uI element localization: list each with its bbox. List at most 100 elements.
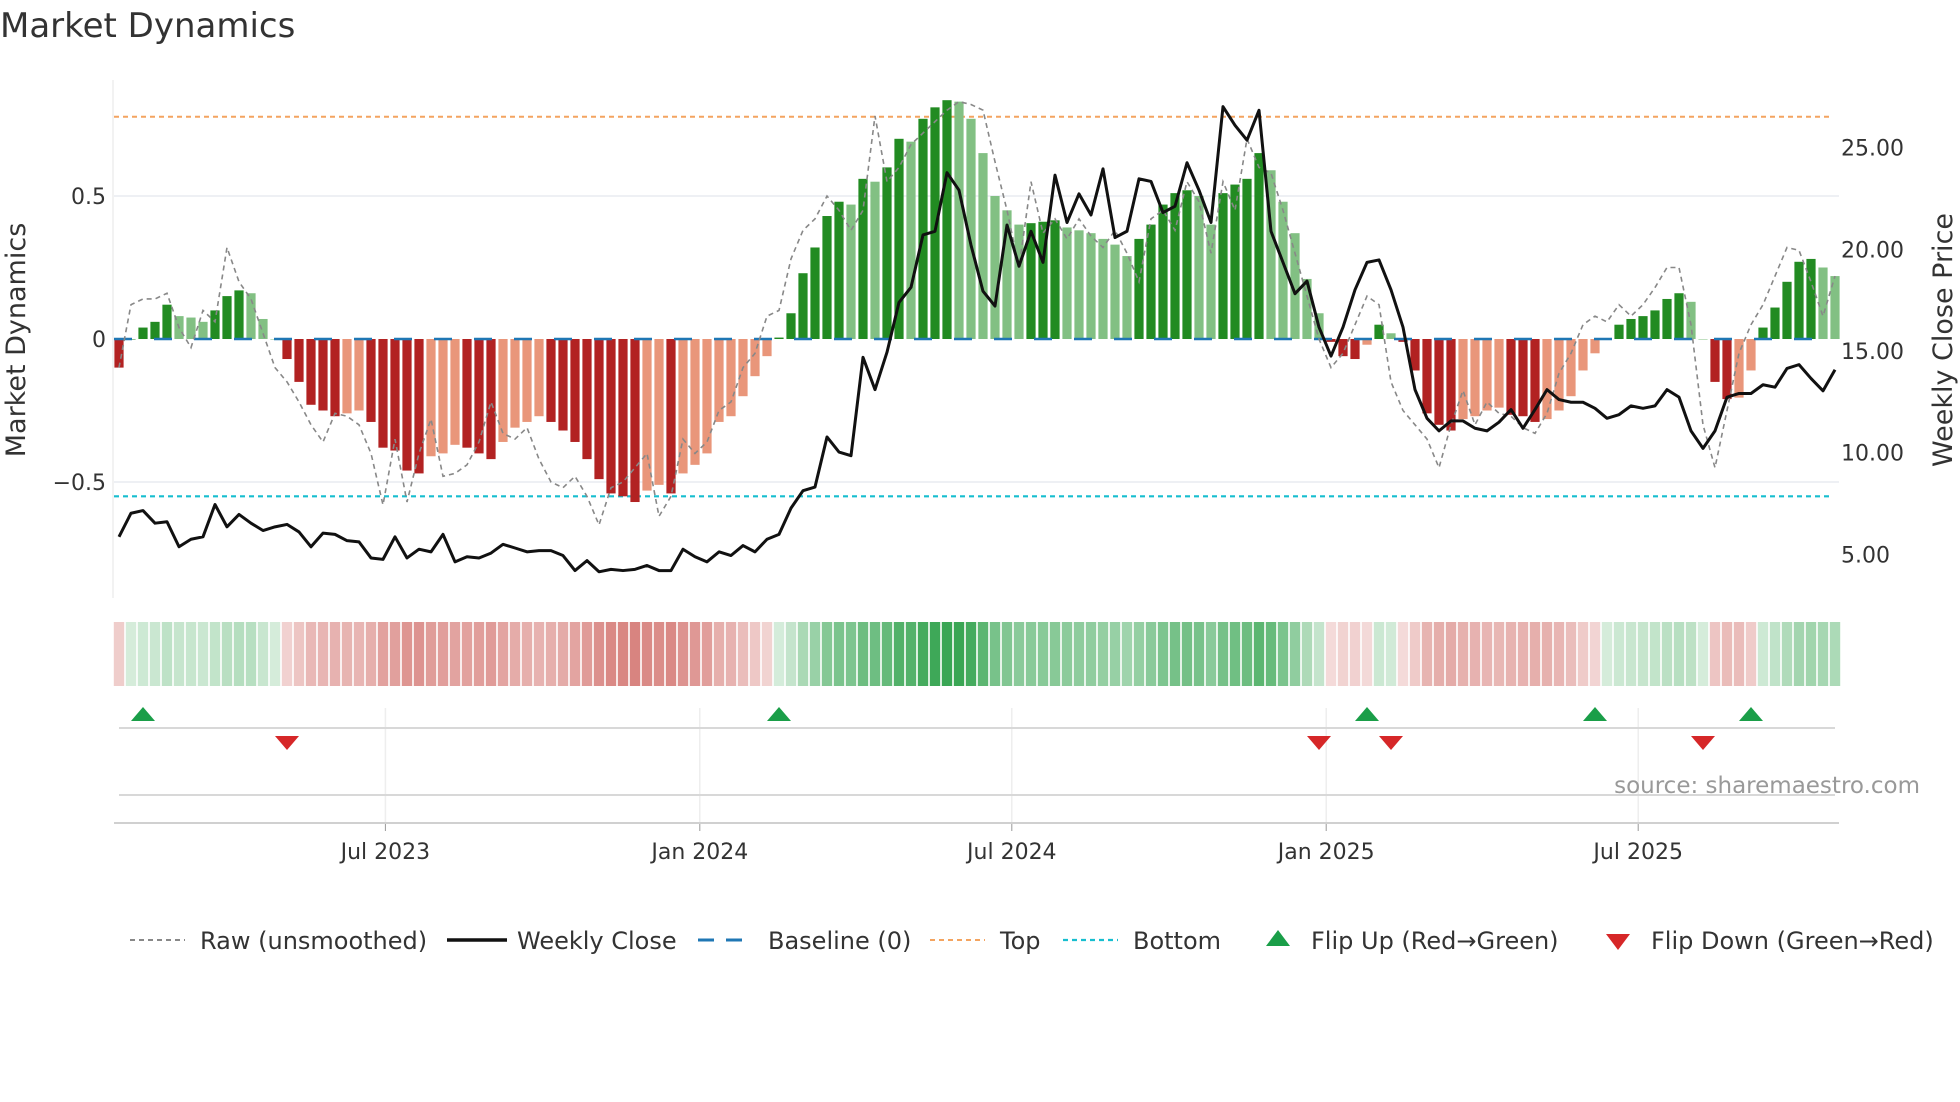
heat-cell: [917, 622, 929, 686]
momentum-bar: [1650, 310, 1660, 339]
momentum-bar: [906, 141, 916, 339]
heat-cell: [941, 622, 953, 686]
momentum-bar: [366, 339, 376, 422]
momentum-bar: [1134, 238, 1144, 339]
heat-cell: [1769, 622, 1781, 686]
momentum-bar: [282, 339, 292, 360]
heat-cell: [161, 622, 173, 686]
momentum-bar: [726, 339, 736, 417]
heat-cell: [881, 622, 893, 686]
legend: Raw (unsmoothed) Weekly Close Baseline (0)…: [130, 927, 1934, 955]
heat-cell: [1181, 622, 1193, 686]
momentum-bar: [618, 339, 628, 497]
momentum-bar: [1254, 153, 1264, 339]
flip-up-marker: [131, 707, 155, 721]
source-credit: source: sharemaestro.com: [1614, 773, 1920, 799]
heat-cell: [1745, 622, 1757, 686]
heat-cell: [1253, 622, 1265, 686]
flip-down-marker: [275, 736, 299, 750]
heat-cell: [869, 622, 881, 686]
legend-label: Baseline (0): [768, 927, 911, 955]
momentum-bar: [1782, 281, 1792, 339]
momentum-bar: [606, 339, 616, 494]
heat-cell: [473, 622, 485, 686]
momentum-bar: [1110, 244, 1120, 339]
heat-cell: [125, 622, 137, 686]
heat-cell: [701, 622, 713, 686]
heat-cell: [245, 622, 257, 686]
momentum-bar: [234, 290, 244, 339]
heat-cell: [845, 622, 857, 686]
momentum-bar: [402, 339, 412, 471]
momentum-bar: [774, 337, 784, 339]
heat-cell: [1205, 622, 1217, 686]
momentum-bar: [570, 339, 580, 442]
heat-cell: [485, 622, 497, 686]
heat-cell: [353, 622, 365, 686]
heat-cell: [461, 622, 473, 686]
heat-cell: [1817, 622, 1829, 686]
momentum-bar: [1242, 178, 1252, 339]
heat-cell: [893, 622, 905, 686]
momentum-bar: [1578, 339, 1588, 371]
heat-cell: [1013, 622, 1025, 686]
y-axis-label: Market Dynamics: [1, 223, 32, 458]
momentum-bar: [1458, 339, 1468, 420]
heat-cell: [1385, 622, 1397, 686]
y2-tick-label: 10.00: [1841, 442, 1904, 467]
heat-cell: [617, 622, 629, 686]
momentum-bar: [1350, 339, 1360, 360]
momentum-bar: [690, 339, 700, 465]
momentum-bar: [438, 339, 448, 454]
heat-cell: [1337, 622, 1349, 686]
momentum-bar: [1674, 293, 1684, 339]
raw-unsmoothed-line: [118, 100, 1836, 528]
heat-cell: [305, 622, 317, 686]
momentum-bar: [1098, 238, 1108, 339]
momentum-bar: [666, 339, 676, 494]
momentum-bar: [342, 339, 352, 414]
heat-cell: [1313, 622, 1325, 686]
heat-cell: [1517, 622, 1529, 686]
heat-cell: [257, 622, 269, 686]
heat-cell: [629, 622, 641, 686]
heat-cell: [557, 622, 569, 686]
heat-cell: [953, 622, 965, 686]
heat-cell: [965, 622, 977, 686]
y2-tick-label: 5.00: [1841, 543, 1890, 568]
heat-cell: [113, 622, 125, 686]
legend-flip-down-icon: [1606, 934, 1630, 950]
momentum-bar: [414, 339, 424, 474]
flip-markers: [114, 707, 1839, 831]
momentum-bar: [486, 339, 496, 460]
momentum-bar: [1710, 339, 1720, 382]
momentum-bar: [1626, 318, 1636, 339]
heat-cell: [1397, 622, 1409, 686]
momentum-bar: [1470, 339, 1480, 417]
momentum-bar: [1050, 220, 1060, 339]
heat-cell: [1673, 622, 1685, 686]
heat-cell: [593, 622, 605, 686]
heat-cell: [1649, 622, 1661, 686]
heat-cell: [809, 622, 821, 686]
heat-cell: [1493, 622, 1505, 686]
momentum-bar: [810, 247, 820, 339]
heat-cell: [221, 622, 233, 686]
heat-cell: [1037, 622, 1049, 686]
x-tick-label: Jan 2024: [649, 840, 748, 865]
heat-cell: [1793, 622, 1805, 686]
heat-cell: [377, 622, 389, 686]
heat-cell: [533, 622, 545, 686]
heat-cell: [1457, 622, 1469, 686]
momentum-bar: [1542, 339, 1552, 420]
heat-cell: [1277, 622, 1289, 686]
x-tick-label: Jul 2025: [1591, 840, 1683, 865]
heat-cell: [497, 622, 509, 686]
heat-cell: [173, 622, 185, 686]
heat-cell: [713, 622, 725, 686]
momentum-bar: [558, 339, 568, 431]
momentum-bar: [822, 216, 832, 339]
momentum-bar: [378, 339, 388, 448]
heat-cell: [1613, 622, 1625, 686]
heat-cell: [413, 622, 425, 686]
